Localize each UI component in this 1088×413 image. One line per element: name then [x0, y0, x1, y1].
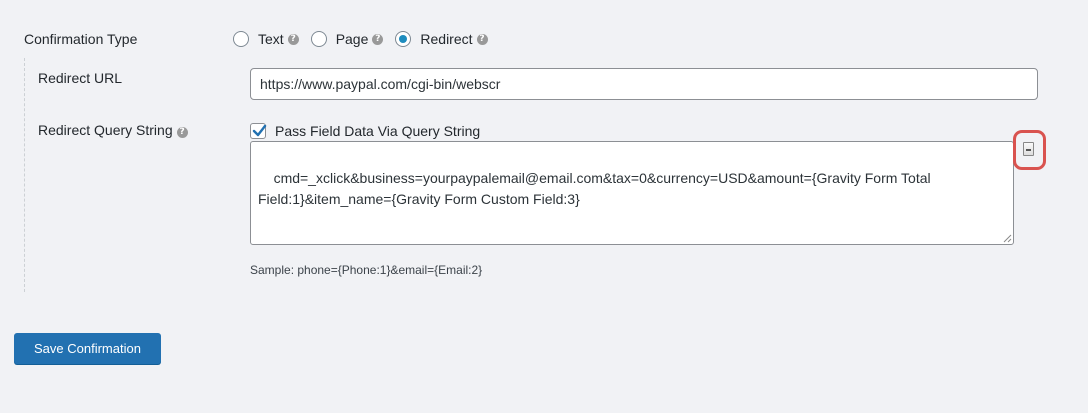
radio-text-label[interactable]: Text: [258, 31, 284, 47]
merge-tag-icon[interactable]: [1023, 142, 1034, 156]
redirect-query-textarea[interactable]: cmd=_xclick&business=yourpaypalemail@ema…: [250, 141, 1014, 245]
merge-tag-highlight: [1013, 130, 1046, 170]
radio-page-label[interactable]: Page: [336, 31, 369, 47]
query-string-sample-text: Sample: phone={Phone:1}&email={Email:2}: [250, 263, 483, 277]
pass-field-data-checkbox-row[interactable]: Pass Field Data Via Query String: [250, 123, 480, 139]
checkmark-icon: [252, 124, 267, 137]
redirect-query-value: cmd=_xclick&business=yourpaypalemail@ema…: [258, 170, 935, 207]
section-divider: [24, 58, 25, 292]
redirect-query-string-label-text: Redirect Query String: [38, 122, 173, 138]
radio-text-button[interactable]: [233, 31, 249, 47]
pass-field-data-checkbox[interactable]: [250, 123, 267, 139]
redirect-url-label: Redirect URL: [38, 70, 123, 86]
radio-option-redirect[interactable]: Redirect ?: [395, 31, 488, 47]
confirmation-type-radio-group: Text ? Page ? Redirect ?: [233, 31, 500, 47]
question-circle-icon[interactable]: ?: [176, 127, 188, 138]
radio-option-text[interactable]: Text ?: [233, 31, 299, 47]
pass-field-data-checkbox-label[interactable]: Pass Field Data Via Query String: [275, 123, 480, 139]
redirect-url-input[interactable]: https://www.paypal.com/cgi-bin/webscr: [250, 68, 1038, 100]
confirmation-type-label: Confirmation Type: [24, 31, 138, 47]
confirmation-settings-panel: Confirmation Type Text ? Page ? Redirect…: [0, 0, 1088, 413]
question-circle-icon[interactable]: ?: [476, 33, 488, 45]
save-confirmation-button[interactable]: Save Confirmation: [14, 333, 161, 364]
question-circle-icon[interactable]: ?: [372, 33, 384, 45]
radio-redirect-button[interactable]: [395, 31, 412, 47]
radio-option-page[interactable]: Page ?: [310, 31, 384, 47]
question-circle-icon[interactable]: ?: [287, 33, 299, 45]
redirect-query-string-label: Redirect Query String?: [38, 122, 188, 138]
resize-handle-icon[interactable]: [1003, 234, 1012, 243]
radio-redirect-label[interactable]: Redirect: [420, 31, 472, 47]
radio-page-button[interactable]: [310, 31, 327, 47]
